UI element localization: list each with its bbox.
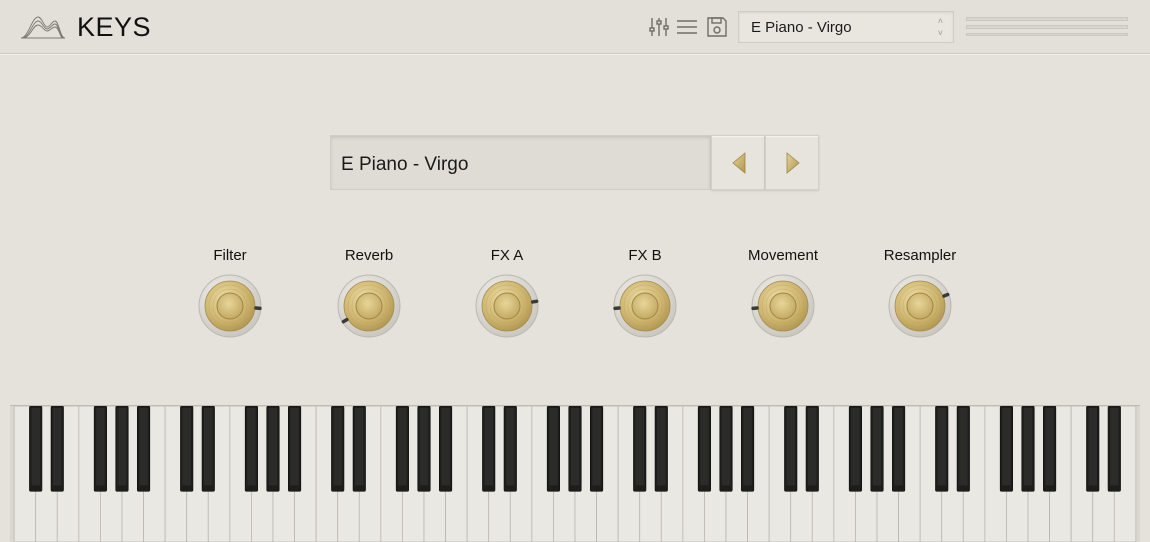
knob-indicator-5 (942, 292, 950, 298)
knob-5[interactable] (888, 274, 952, 338)
black-key-highlight (851, 407, 860, 486)
black-key-highlight (52, 407, 62, 486)
black-key-highlight (419, 407, 429, 486)
knob-indicator-2 (530, 299, 539, 304)
black-key-highlight (441, 407, 450, 486)
black-key-highlight (182, 407, 191, 486)
black-key-highlight (721, 407, 731, 486)
preset-dropdown[interactable]: E Piano - Virgo ˄ ˅ (738, 11, 954, 43)
knob-2[interactable] (475, 274, 539, 338)
black-key-highlight (398, 407, 407, 486)
knob-0[interactable] (198, 274, 262, 338)
knob-1[interactable] (337, 274, 401, 338)
black-key-highlight (872, 407, 882, 486)
meter-bar-left (966, 17, 1128, 21)
black-key-highlight (484, 407, 493, 486)
mixer-sliders-icon[interactable] (648, 16, 670, 38)
preset-name-display[interactable]: E Piano - Virgo (330, 135, 711, 190)
black-key-highlight (1045, 407, 1054, 486)
black-key-highlight (894, 407, 903, 486)
previous-preset-button[interactable] (711, 135, 765, 190)
knob-indicator-1 (341, 317, 349, 324)
black-key-highlight (959, 407, 968, 486)
black-key-highlight (268, 407, 278, 486)
preset-dropdown-value: E Piano - Virgo (751, 19, 852, 36)
black-key-highlight (808, 407, 817, 486)
black-key-highlight (31, 407, 40, 486)
black-key-highlight (570, 407, 580, 486)
triangle-right-icon (786, 152, 800, 174)
black-key-highlight (1088, 407, 1098, 486)
black-key-highlight (592, 407, 601, 486)
black-key-highlight (247, 407, 256, 486)
knob-label-1: Reverb (344, 247, 394, 264)
black-key-highlight (290, 407, 299, 486)
menu-icon[interactable] (676, 16, 698, 38)
dropdown-arrows-icon[interactable]: ˄ ˅ (938, 15, 943, 39)
preset-name: E Piano - Virgo (341, 154, 469, 175)
knob-label-0: Filter (213, 247, 247, 264)
knob-4[interactable] (751, 274, 815, 338)
knob-label-4: Movement (747, 247, 819, 264)
black-key-highlight (1002, 407, 1011, 486)
black-key-highlight (657, 407, 666, 486)
meter-bar-right (966, 25, 1128, 29)
triangle-left-icon (732, 152, 746, 174)
black-key-highlight (117, 407, 127, 486)
black-key-highlight (700, 407, 709, 486)
black-key-highlight (204, 407, 213, 486)
waveform-logo-icon (20, 16, 66, 39)
black-key-highlight (937, 407, 946, 486)
black-key-highlight (1110, 407, 1119, 486)
black-key-highlight (333, 407, 342, 486)
black-key-highlight (139, 407, 148, 486)
black-key-highlight (1023, 407, 1033, 486)
meter-bar-extra (966, 33, 1128, 36)
next-preset-button[interactable] (765, 135, 819, 190)
knob-label-3: FX B (628, 247, 662, 264)
black-key-highlight (96, 407, 105, 486)
app-title: KEYS (77, 12, 152, 42)
output-level-meter (966, 16, 1128, 38)
knob-label-2: FX A (490, 247, 524, 264)
black-key-highlight (635, 407, 644, 486)
knob-3[interactable] (613, 274, 677, 338)
black-key-highlight (549, 407, 558, 486)
black-key-highlight (786, 407, 795, 486)
piano-keyboard[interactable] (10, 405, 1140, 542)
knob-label-5: Resampler (883, 247, 957, 264)
header-bar: KEYS E Piano - Virgo ˄ ˅ (0, 0, 1150, 54)
black-key-highlight (355, 407, 364, 486)
save-icon[interactable] (706, 16, 728, 38)
black-key-highlight (743, 407, 752, 486)
black-key-highlight (506, 407, 515, 486)
